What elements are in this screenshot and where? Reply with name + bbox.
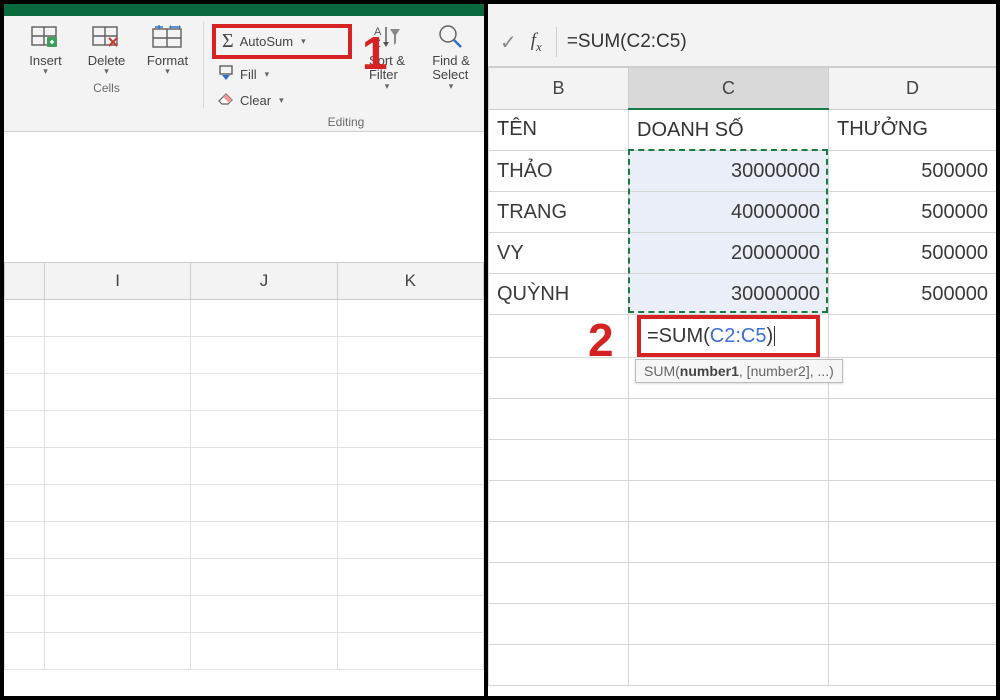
table-row bbox=[489, 399, 997, 440]
insert-button[interactable]: Insert ▾ bbox=[18, 22, 73, 77]
col-B[interactable]: B bbox=[489, 68, 629, 110]
table-row bbox=[489, 481, 997, 522]
table-row[interactable]: TÊN DOANH SỐ THƯỞNG bbox=[489, 109, 997, 151]
chevron-down-icon: ▾ bbox=[165, 66, 170, 77]
table-row bbox=[489, 440, 997, 481]
table-row bbox=[489, 522, 997, 563]
column-header-row[interactable]: I J K bbox=[5, 263, 484, 300]
table-row[interactable]: THẢO 30000000 500000 bbox=[489, 151, 997, 192]
formula-bar: ✓ fx =SUM(C2:C5) bbox=[488, 18, 996, 67]
table-row[interactable]: =SUM(C2:C5) SUM(number1, [number2], ...) bbox=[489, 315, 997, 358]
fill-down-icon bbox=[218, 65, 234, 84]
table-row[interactable]: VY 20000000 500000 bbox=[489, 233, 997, 274]
chevron-down-icon: ▾ bbox=[104, 66, 109, 77]
editing-group-label: Editing bbox=[212, 115, 480, 129]
table-row bbox=[489, 563, 997, 604]
fill-button[interactable]: Fill ▾ bbox=[212, 63, 352, 86]
autosum-label: AutoSum bbox=[240, 34, 293, 49]
sigma-icon: Σ bbox=[222, 30, 234, 53]
right-pane: ✓ fx =SUM(C2:C5) B C D TÊN DOANH SỐ THƯỞ… bbox=[488, 4, 996, 696]
cells-group: Insert ▾ bbox=[14, 22, 199, 95]
text-cursor bbox=[774, 326, 775, 346]
chevron-down-icon: ▾ bbox=[279, 95, 284, 106]
fx-icon[interactable]: fx bbox=[531, 30, 542, 55]
chevron-down-icon: ▾ bbox=[43, 66, 48, 77]
confirm-icon[interactable]: ✓ bbox=[500, 30, 517, 55]
function-tooltip: SUM(number1, [number2], ...) bbox=[635, 359, 843, 383]
table-row[interactable]: TRANG 40000000 500000 bbox=[489, 192, 997, 233]
autosum-button[interactable]: Σ AutoSum ▾ bbox=[212, 24, 352, 59]
col-D[interactable]: D bbox=[829, 68, 997, 110]
chevron-down-icon: ▾ bbox=[449, 81, 454, 92]
clear-label: Clear bbox=[240, 93, 271, 108]
find-select-button[interactable]: Find &Select ▾ bbox=[422, 22, 480, 92]
table-row bbox=[489, 645, 997, 686]
delete-button[interactable]: Delete ▾ bbox=[79, 22, 134, 77]
format-button[interactable]: Format ▾ bbox=[140, 22, 195, 77]
ribbon: Insert ▾ bbox=[4, 16, 484, 132]
delete-cells-icon bbox=[90, 22, 124, 52]
eraser-icon bbox=[218, 92, 234, 109]
chevron-down-icon: ▾ bbox=[265, 69, 270, 80]
table-row bbox=[489, 604, 997, 645]
title-bar bbox=[4, 4, 484, 16]
search-icon bbox=[434, 22, 468, 52]
col-C[interactable]: C bbox=[629, 68, 829, 110]
chevron-down-icon: ▾ bbox=[301, 36, 306, 47]
column-header-row[interactable]: B C D bbox=[489, 68, 997, 110]
callout-2: 2 bbox=[588, 317, 614, 363]
col-J[interactable]: J bbox=[191, 263, 337, 300]
left-spreadsheet[interactable]: I J K bbox=[4, 262, 484, 670]
cells-group-label: Cells bbox=[93, 81, 120, 95]
clear-button[interactable]: Clear ▾ bbox=[212, 90, 352, 111]
fill-label: Fill bbox=[240, 67, 257, 82]
chevron-down-icon: ▾ bbox=[385, 81, 390, 92]
col-I[interactable]: I bbox=[45, 263, 191, 300]
format-cells-icon bbox=[151, 22, 185, 52]
editing-group: Σ AutoSum ▾ Fill ▾ bbox=[208, 22, 484, 129]
col-K[interactable]: K bbox=[337, 263, 483, 300]
table-row[interactable]: QUỲNH 30000000 500000 bbox=[489, 274, 997, 315]
callout-1: 1 bbox=[362, 30, 388, 76]
formula-bar-input[interactable]: =SUM(C2:C5) bbox=[556, 27, 984, 57]
left-pane: Insert ▾ bbox=[4, 4, 488, 696]
insert-cells-icon bbox=[29, 22, 63, 52]
active-cell[interactable]: =SUM(C2:C5) SUM(number1, [number2], ...) bbox=[629, 315, 829, 358]
right-spreadsheet[interactable]: B C D TÊN DOANH SỐ THƯỞNG THẢO 30000000 … bbox=[488, 67, 996, 686]
group-separator bbox=[203, 22, 204, 108]
